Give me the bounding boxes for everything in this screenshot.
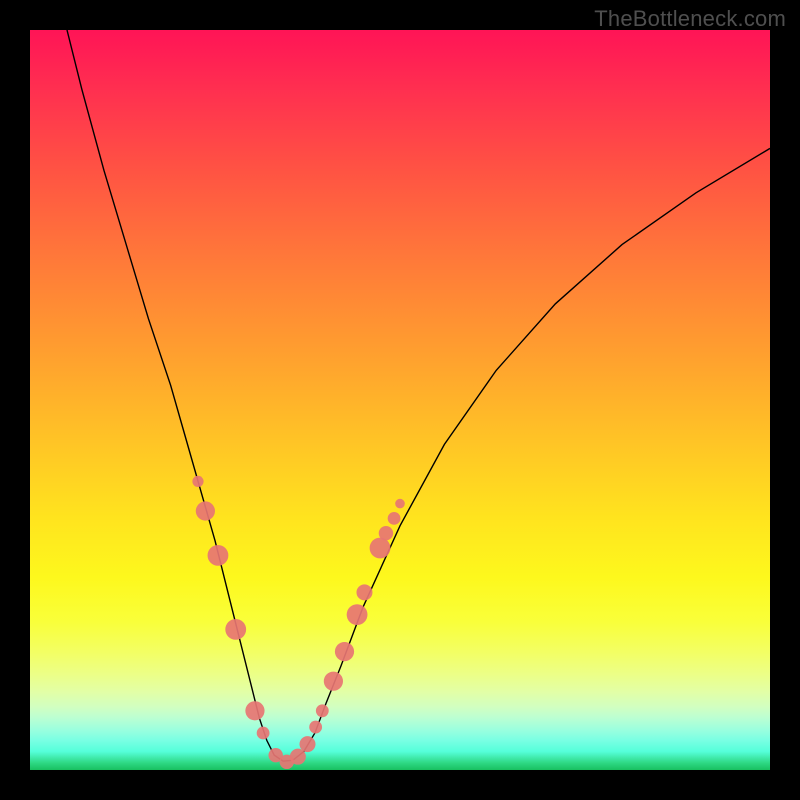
marker-point xyxy=(379,526,393,540)
marker-point xyxy=(395,499,405,509)
watermark-label: TheBottleneck.com xyxy=(594,6,786,32)
marker-point xyxy=(192,476,203,487)
marker-group xyxy=(192,476,404,769)
plot-area xyxy=(30,30,770,770)
curve-line xyxy=(67,30,770,761)
marker-point xyxy=(388,512,401,525)
marker-point xyxy=(324,672,343,691)
marker-point xyxy=(245,701,264,720)
marker-point xyxy=(196,501,215,520)
marker-point xyxy=(347,604,368,625)
marker-point xyxy=(225,619,246,640)
marker-point xyxy=(290,749,306,765)
marker-point xyxy=(257,727,270,740)
marker-point xyxy=(335,642,354,661)
chart-svg xyxy=(30,30,770,770)
marker-point xyxy=(316,704,329,717)
frame: TheBottleneck.com xyxy=(0,0,800,800)
marker-point xyxy=(309,721,322,734)
marker-point xyxy=(370,538,391,559)
marker-point xyxy=(300,736,316,752)
marker-point xyxy=(208,545,229,566)
marker-point xyxy=(356,584,372,600)
